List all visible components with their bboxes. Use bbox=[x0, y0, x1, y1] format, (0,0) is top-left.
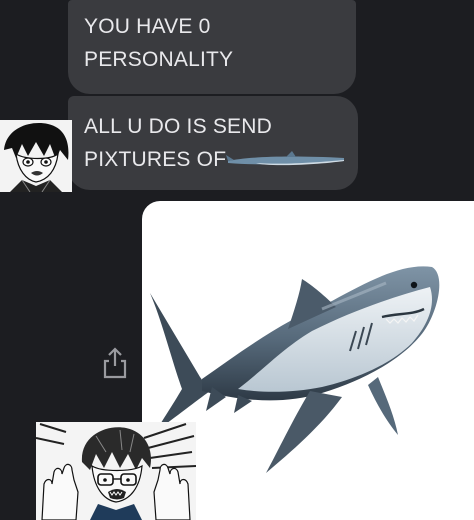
message-bubble-2[interactable]: ALL U DO IS SEND PIXTURES OF bbox=[68, 96, 358, 190]
shark-icon bbox=[226, 151, 345, 166]
message-1-line-1: YOU HAVE 0 bbox=[84, 15, 211, 38]
avatar-portrait-icon bbox=[0, 120, 72, 192]
reaction-sticker[interactable] bbox=[36, 422, 196, 520]
message-1-line-2: PERSONALITY bbox=[84, 48, 234, 71]
message-2-line-2-wrap: PIXTURES OF bbox=[84, 143, 345, 176]
avatar[interactable] bbox=[0, 120, 72, 192]
message-bubble-1[interactable]: YOU HAVE 0 PERSONALITY bbox=[68, 0, 356, 94]
shocked-character-icon bbox=[36, 422, 196, 520]
message-2-line-1: ALL U DO IS SEND bbox=[84, 115, 272, 138]
share-button[interactable] bbox=[101, 346, 129, 380]
message-2-line-2: PIXTURES OF bbox=[84, 148, 227, 171]
share-icon bbox=[103, 347, 127, 379]
